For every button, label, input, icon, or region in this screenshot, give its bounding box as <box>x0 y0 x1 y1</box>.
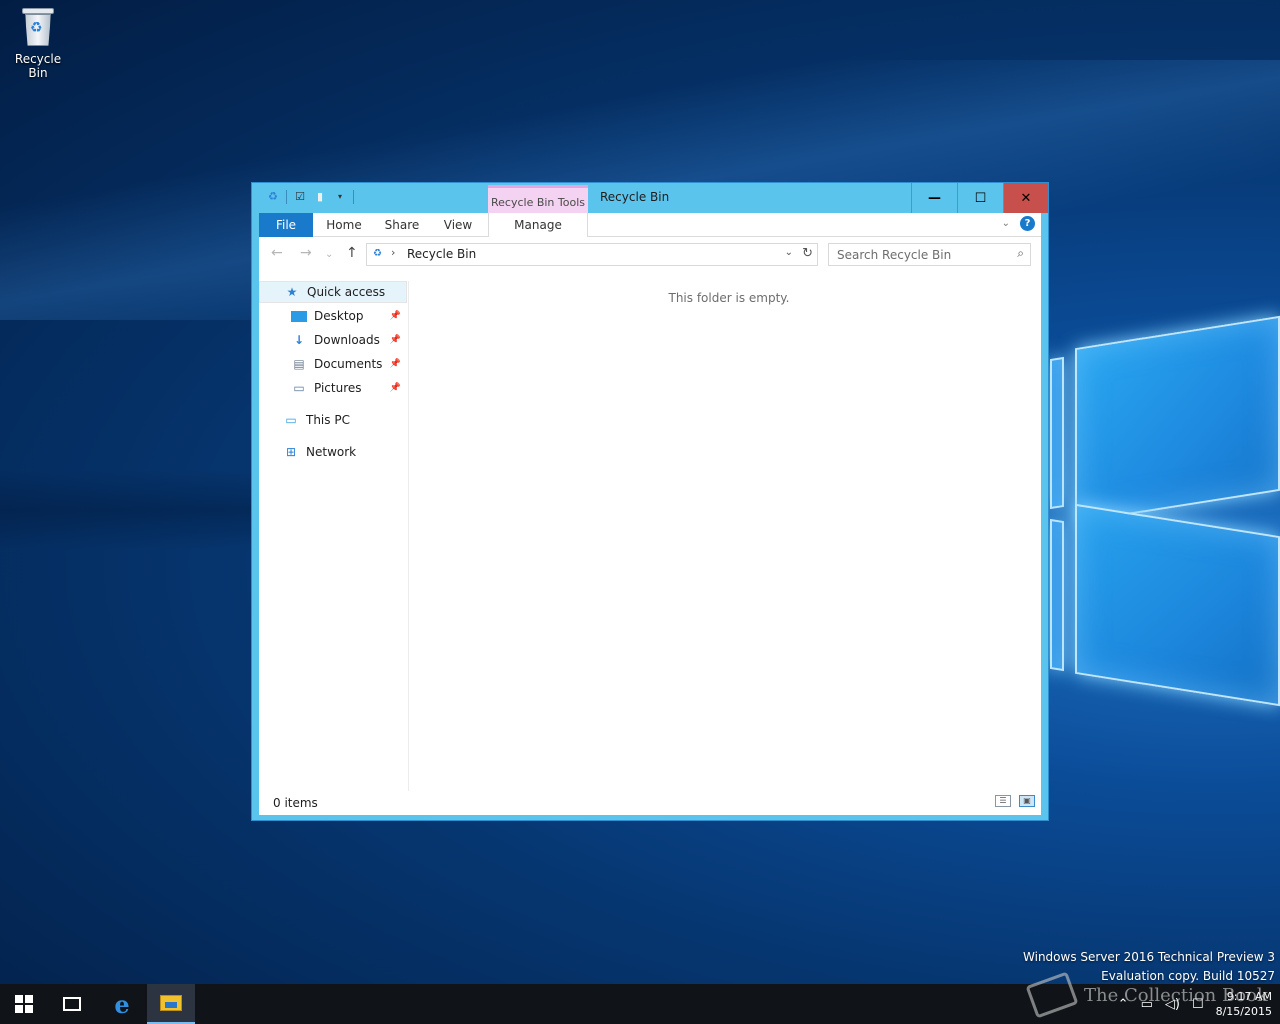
windows-start-icon <box>15 995 33 1013</box>
nav-item-label: This PC <box>306 413 350 427</box>
recent-locations-chevron-icon[interactable]: ⌄ <box>325 248 333 262</box>
pin-icon[interactable]: 📌 <box>390 329 401 351</box>
customize-toolbar-chevron-icon[interactable]: ▾ <box>333 190 347 204</box>
search-box[interactable]: ⌕ <box>828 243 1031 266</box>
windows-logo-pane <box>1075 503 1280 707</box>
explorer-window: ♻ ☑ ▮ ▾ Recycle Bin Tools Recycle Bin — … <box>251 182 1049 821</box>
title-bar[interactable]: ♻ ☑ ▮ ▾ Recycle Bin Tools Recycle Bin — … <box>252 183 1048 213</box>
expand-ribbon-chevron-icon[interactable]: ⌄ <box>1002 218 1010 229</box>
star-icon: ★ <box>286 285 298 299</box>
context-tab-recycle-bin-tools[interactable]: Recycle Bin Tools <box>488 185 588 213</box>
computer-icon: ▭ <box>285 413 297 427</box>
details-view-icon[interactable]: ☰ <box>995 795 1011 807</box>
desktop-icon-recycle-bin[interactable]: ♻ Recycle Bin <box>4 6 72 80</box>
recycle-bin-small-icon[interactable]: ♻ <box>266 190 280 204</box>
nav-item-quick-access[interactable]: ★ Quick access <box>259 281 407 303</box>
tab-home[interactable]: Home <box>323 213 365 237</box>
desktop-icon-label: Recycle Bin <box>14 52 62 80</box>
large-icons-view-icon[interactable]: ▣ <box>1019 795 1035 807</box>
search-input[interactable] <box>829 244 1007 265</box>
pictures-icon: ▭ <box>293 381 305 395</box>
help-icon[interactable]: ? <box>1020 216 1035 231</box>
windows-logo-pane <box>1050 518 1064 672</box>
address-dropdown-chevron-icon[interactable]: ⌄ <box>785 247 793 258</box>
desktop-icon <box>291 310 307 322</box>
breadcrumb-chevron-icon[interactable]: › <box>391 246 395 259</box>
nav-item-label: Downloads <box>314 333 380 347</box>
navigation-bar: ← → ⌄ ↑ ♻ › Recycle Bin ⌄ ↻ ⌕ <box>259 238 1041 270</box>
nav-item-pictures[interactable]: ▭ Pictures 📌 <box>259 377 407 399</box>
maximize-icon: ☐ <box>974 190 987 206</box>
collection-book-overlay: The Collection Book <box>1025 971 1268 1019</box>
new-folder-icon[interactable]: ▮ <box>313 190 327 204</box>
pin-icon[interactable]: 📌 <box>390 377 401 399</box>
nav-item-network[interactable]: ⊞ Network <box>259 441 407 463</box>
windows-logo-pane <box>1075 315 1280 524</box>
tab-share[interactable]: Share <box>381 213 423 237</box>
navigation-pane: ★ Quick access Desktop 📌 ↓ Downloads 📌 ▤… <box>259 281 409 801</box>
file-list-area[interactable]: This folder is empty. <box>418 281 1040 781</box>
minimize-icon: — <box>928 190 941 206</box>
ribbon-tab-bar: File Home Share View Manage ⌄ ? <box>259 213 1041 237</box>
properties-icon[interactable]: ☑ <box>293 190 307 204</box>
nav-item-this-pc[interactable]: ▭ This PC <box>259 409 407 431</box>
book-icon <box>1025 971 1079 1019</box>
windows-logo-pane <box>1050 356 1064 510</box>
toolbar-separator <box>286 190 287 204</box>
tab-file[interactable]: File <box>259 213 313 237</box>
file-explorer-icon <box>160 995 182 1011</box>
forward-arrow-icon[interactable]: → <box>300 246 312 260</box>
status-bar: 0 items ☰ ▣ <box>259 791 1041 815</box>
pin-icon[interactable]: 📌 <box>390 353 401 375</box>
close-button[interactable]: ✕ <box>1003 183 1048 213</box>
nav-item-label: Pictures <box>314 381 362 395</box>
back-arrow-icon[interactable]: ← <box>271 246 283 260</box>
window-title: Recycle Bin <box>600 190 670 204</box>
address-bar[interactable]: ♻ › Recycle Bin ⌄ ↻ <box>366 243 818 266</box>
network-icon: ⊞ <box>285 445 297 459</box>
quick-access-toolbar: ♻ ☑ ▮ ▾ <box>266 190 354 204</box>
search-icon[interactable]: ⌕ <box>1017 246 1024 261</box>
maximize-button[interactable]: ☐ <box>957 183 1003 213</box>
breadcrumb-recycle-bin[interactable]: Recycle Bin <box>407 247 476 261</box>
task-view-button[interactable] <box>48 984 96 1024</box>
minimize-button[interactable]: — <box>911 183 957 213</box>
edge-browser-icon: e <box>114 989 130 1019</box>
nav-item-label: Network <box>306 445 357 459</box>
tab-view[interactable]: View <box>439 213 477 237</box>
recycle-bin-icon: ♻ <box>19 6 57 48</box>
downloads-icon: ↓ <box>293 333 305 347</box>
recycle-bin-small-icon: ♻ <box>373 248 382 259</box>
tab-manage[interactable]: Manage <box>488 213 588 237</box>
nav-item-downloads[interactable]: ↓ Downloads 📌 <box>259 329 407 351</box>
up-arrow-icon[interactable]: ↑ <box>346 246 358 260</box>
nav-item-label: Desktop <box>314 309 364 323</box>
documents-icon: ▤ <box>293 357 305 371</box>
task-view-icon <box>63 997 81 1011</box>
start-button[interactable] <box>0 984 48 1024</box>
taskbar-edge-button[interactable]: e <box>98 984 146 1024</box>
taskbar-file-explorer-button[interactable] <box>147 984 195 1024</box>
overlay-brand-text: The Collection Book <box>1084 984 1268 1006</box>
pin-icon[interactable]: 📌 <box>390 305 401 327</box>
caption-buttons: — ☐ ✕ <box>911 183 1048 213</box>
item-count: 0 items <box>273 796 318 810</box>
empty-folder-message: This folder is empty. <box>668 291 790 305</box>
nav-item-label: Documents <box>314 357 383 371</box>
nav-item-documents[interactable]: ▤ Documents 📌 <box>259 353 407 375</box>
close-icon: ✕ <box>1020 190 1032 206</box>
watermark-edition: Windows Server 2016 Technical Preview 3 <box>1023 950 1275 964</box>
nav-item-label: Quick access <box>307 285 386 299</box>
toolbar-separator <box>353 190 354 204</box>
refresh-icon[interactable]: ↻ <box>802 246 813 261</box>
nav-item-desktop[interactable]: Desktop 📌 <box>259 305 407 327</box>
